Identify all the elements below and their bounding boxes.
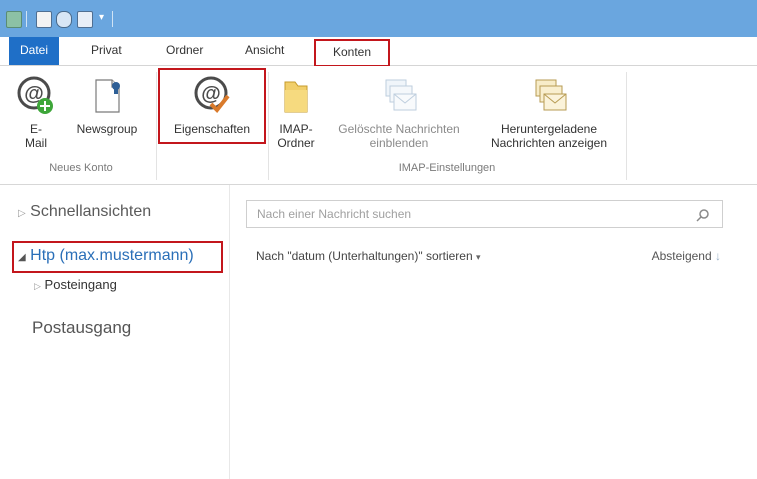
newsgroup-label: Newsgroup bbox=[76, 122, 138, 136]
qat-separator bbox=[26, 11, 27, 27]
app-mail-icon[interactable] bbox=[6, 11, 22, 28]
expand-arrow-icon[interactable]: ▷ bbox=[34, 281, 41, 291]
sort-order-button[interactable]: Absteigend ↓ bbox=[652, 249, 721, 263]
properties-label: Eigenschaften bbox=[173, 122, 251, 136]
search-placeholder: Nach einer Nachricht suchen bbox=[257, 207, 412, 221]
account-label: Htp (max.mustermann) bbox=[30, 247, 194, 264]
svg-text:@: @ bbox=[201, 83, 221, 105]
nav-inbox[interactable]: ▷ Posteingang bbox=[34, 277, 117, 292]
pane-divider[interactable] bbox=[229, 185, 230, 479]
send-receive-icon[interactable] bbox=[56, 11, 72, 28]
sort-label: Nach "datum (Unterhaltungen)" sortieren bbox=[256, 249, 473, 263]
show-downloaded-label-1: Heruntergeladene bbox=[500, 122, 598, 136]
search-icon[interactable] bbox=[696, 208, 710, 222]
reply-icon[interactable] bbox=[77, 11, 93, 28]
email-account-icon: @ bbox=[17, 76, 53, 114]
imap-settings-group-label: IMAP-Einstellungen bbox=[398, 162, 496, 174]
quick-access-toolbar: ▾ bbox=[0, 0, 757, 37]
search-input[interactable]: Nach einer Nachricht suchen bbox=[246, 200, 723, 228]
arrow-down-icon: ↓ bbox=[715, 249, 721, 263]
folder-icon bbox=[284, 81, 308, 113]
outbox-label: Postausgang bbox=[32, 318, 132, 337]
navigation-pane: ▷ Schnellansichten ◢ Htp (max.mustermann… bbox=[0, 185, 229, 479]
ribbon-group-separator bbox=[156, 72, 157, 180]
ribbon-tab-bar: Datei Privat Ordner Ansicht Konten bbox=[0, 37, 757, 67]
tab-folder[interactable]: Ordner bbox=[166, 43, 203, 57]
email-account-label-2: Mail bbox=[24, 136, 47, 150]
inbox-label: Posteingang bbox=[44, 277, 117, 292]
new-account-group-label: Neues Konto bbox=[49, 162, 113, 174]
show-downloaded-label-2: Nachrichten anzeigen bbox=[490, 136, 608, 150]
imap-folder-label-1: IMAP- bbox=[279, 122, 313, 136]
nav-account[interactable]: ◢ Htp (max.mustermann) bbox=[18, 247, 194, 265]
nav-outbox[interactable]: Postausgang bbox=[32, 318, 131, 338]
email-account-label-1: E- bbox=[30, 122, 42, 136]
nav-quick-views[interactable]: ▷ Schnellansichten bbox=[18, 203, 151, 221]
sort-dropdown-icon: ▾ bbox=[475, 252, 481, 262]
quick-views-label: Schnellansichten bbox=[30, 203, 152, 220]
customize-qat-dropdown-icon[interactable]: ▾ bbox=[99, 12, 104, 23]
sort-order-label: Absteigend bbox=[651, 249, 712, 263]
newsgroup-account-button[interactable]: Newsgroup bbox=[66, 76, 148, 136]
ribbon-group-separator bbox=[626, 72, 627, 180]
downloaded-envelopes-icon bbox=[535, 79, 567, 111]
envelope-stack-icon bbox=[385, 79, 417, 111]
tab-private[interactable]: Privat bbox=[91, 43, 122, 57]
collapse-arrow-icon[interactable]: ◢ bbox=[18, 252, 26, 263]
ribbon-group-separator bbox=[268, 72, 269, 180]
sort-dropdown[interactable]: Nach "datum (Unterhaltungen)" sortieren … bbox=[256, 249, 481, 263]
show-downloaded-messages-button[interactable]: Heruntergeladene Nachrichten anzeigen bbox=[474, 76, 624, 150]
show-deleted-messages-button[interactable]: Gelöschte Nachrichten einblenden bbox=[324, 76, 474, 150]
tab-view[interactable]: Ansicht bbox=[245, 43, 284, 57]
tab-file[interactable]: Datei bbox=[9, 37, 59, 65]
expand-arrow-icon[interactable]: ▷ bbox=[18, 208, 26, 219]
tab-accounts[interactable]: Konten bbox=[314, 39, 390, 67]
email-account-button[interactable]: @ E- Mail bbox=[14, 76, 58, 150]
show-deleted-label-2: einblenden bbox=[369, 136, 429, 150]
ribbon-panel: @ E- Mail Newsgroup Neues Konto @ Eigens… bbox=[0, 66, 757, 185]
properties-icon: @ bbox=[194, 76, 230, 114]
newsgroup-icon bbox=[95, 79, 120, 113]
new-message-icon[interactable] bbox=[36, 11, 52, 28]
properties-button[interactable]: @ Eigenschaften bbox=[162, 76, 262, 136]
imap-folder-label-2: Ordner bbox=[277, 136, 315, 150]
imap-folder-button[interactable]: IMAP- Ordner bbox=[272, 76, 320, 150]
qat-separator bbox=[112, 11, 113, 27]
show-deleted-label-1: Gelöschte Nachrichten bbox=[338, 122, 460, 136]
